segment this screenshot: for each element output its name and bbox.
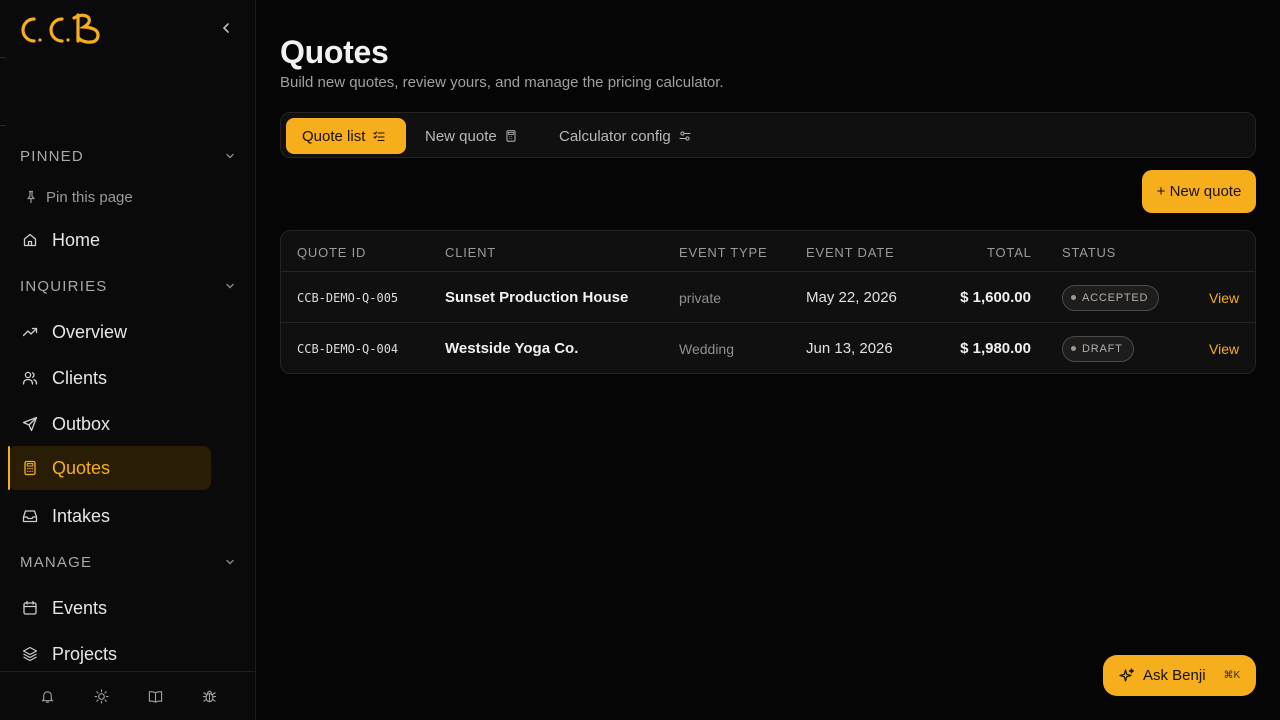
column-header-client[interactable]: CLIENT — [445, 245, 496, 260]
pin-label: Pin this page — [46, 188, 133, 206]
sidebar-item-home[interactable]: Home — [8, 218, 211, 262]
inbox-icon — [22, 510, 38, 523]
pin-this-page[interactable]: Pin this page — [24, 186, 133, 208]
view-link[interactable]: View — [1209, 323, 1239, 373]
sun-icon[interactable] — [93, 688, 109, 704]
status-label: DRAFT — [1082, 342, 1123, 355]
sidebar-item-label: Quotes — [52, 457, 111, 478]
event-type: Wedding — [679, 340, 735, 357]
home-icon — [23, 233, 37, 247]
table-row[interactable]: CCB-DEMO-Q-005 Sunset Production House p… — [281, 272, 1255, 323]
page-subtitle: Build new quotes, review yours, and mana… — [280, 74, 724, 91]
sidebar-item-intakes[interactable]: Intakes — [8, 494, 211, 538]
sidebar-item-label: Overview — [52, 321, 128, 342]
book-icon[interactable] — [147, 688, 163, 704]
quote-total: $ 1,600.00 — [960, 289, 1031, 306]
quote-id: CCB-DEMO-Q-005 — [297, 290, 399, 305]
sidebar-item-overview[interactable]: Overview — [8, 310, 211, 354]
tab-quote-list[interactable]: Quote list — [286, 118, 406, 154]
section-label: PINNED — [20, 147, 84, 165]
calendar-icon — [23, 600, 37, 615]
quote-id: CCB-DEMO-Q-004 — [297, 341, 399, 356]
tab-new-quote[interactable]: New quote — [425, 118, 517, 154]
status-dot — [1071, 346, 1076, 351]
status-badge: DRAFT — [1062, 335, 1134, 362]
sliders-icon — [679, 131, 691, 141]
list-check-icon — [373, 131, 385, 142]
section-label: INQUIRIES — [20, 277, 108, 295]
collapse-sidebar-button[interactable] — [216, 18, 236, 38]
section-label: MANAGE — [20, 553, 93, 571]
sidebar-item-quotes[interactable]: Quotes — [8, 446, 211, 490]
view-link[interactable]: View — [1209, 272, 1239, 323]
chevron-down-icon — [226, 559, 234, 565]
keyboard-shortcut: ⌘K — [1223, 670, 1241, 681]
chevron-down-icon — [226, 283, 234, 289]
column-header-event-date[interactable]: EVENT DATE — [806, 245, 894, 260]
ccb-logo[interactable] — [14, 10, 104, 48]
sidebar-item-label: Outbox — [52, 413, 111, 434]
sidebar-item-label: Home — [52, 229, 101, 250]
pin-icon — [27, 190, 35, 203]
table-header: QUOTE ID CLIENT EVENT TYPE EVENT DATE TO… — [281, 231, 1255, 272]
main-content: Quotes Build new quotes, review yours, a… — [280, 0, 1256, 720]
tab-calculator-config[interactable]: Calculator config — [559, 118, 691, 154]
divider — [0, 57, 6, 58]
status-cell: DRAFT — [1062, 323, 1134, 373]
users-icon — [22, 371, 38, 385]
status-label: ACCEPTED — [1082, 291, 1149, 304]
sidebar-item-clients[interactable]: Clients — [8, 356, 211, 400]
calculator-icon — [506, 130, 516, 142]
tab-label: Quote list — [302, 127, 366, 145]
tab-label: New quote — [425, 127, 497, 145]
tab-label: Calculator config — [559, 127, 671, 145]
status-cell: ACCEPTED — [1062, 272, 1160, 323]
sidebar-item-projects[interactable]: Projects — [8, 632, 211, 676]
sidebar-item-label: Intakes — [52, 505, 111, 526]
sidebar-item-label: Clients — [52, 367, 108, 388]
sidebar-item-events[interactable]: Events — [8, 586, 211, 630]
layers-icon — [22, 646, 38, 662]
status-badge: ACCEPTED — [1062, 284, 1160, 311]
status-dot — [1071, 295, 1076, 300]
event-date: Jun 13, 2026 — [806, 340, 893, 357]
sidebar: PINNED Pin this page Home INQUIRIES Over… — [0, 0, 256, 720]
client-name: Westside Yoga Co. — [445, 340, 579, 357]
sidebar-item-label: Events — [52, 597, 108, 618]
trending-up-icon — [22, 327, 38, 337]
new-quote-button[interactable]: + New quote — [1142, 170, 1256, 213]
sparkles-icon — [1119, 667, 1135, 682]
bell-icon[interactable] — [39, 688, 55, 704]
sidebar-footer — [0, 671, 256, 720]
column-header-status[interactable]: STATUS — [1062, 245, 1116, 260]
divider — [0, 125, 6, 126]
section-inquiries[interactable]: INQUIRIES — [20, 276, 236, 296]
table-row[interactable]: CCB-DEMO-Q-004 Westside Yoga Co. Wedding… — [281, 323, 1255, 373]
bug-icon[interactable] — [201, 688, 217, 704]
quote-total: $ 1,980.00 — [960, 340, 1031, 357]
chevron-down-icon — [226, 153, 234, 159]
ask-benji-label: Ask Benji — [1143, 667, 1206, 684]
column-header-event-type[interactable]: EVENT TYPE — [679, 245, 767, 260]
page-title: Quotes — [280, 34, 389, 70]
calculator-icon — [24, 460, 36, 476]
event-date: May 22, 2026 — [806, 289, 897, 306]
column-header-quote-id[interactable]: QUOTE ID — [297, 245, 366, 260]
sidebar-item-label: Projects — [52, 643, 118, 664]
chevron-left-icon — [222, 23, 229, 33]
event-type: private — [679, 289, 722, 306]
tab-bar: Quote list New quote Calculator config — [280, 112, 1256, 158]
ask-benji-button[interactable]: Ask Benji ⌘K — [1103, 655, 1256, 696]
column-header-total[interactable]: TOTAL — [987, 245, 1032, 260]
section-manage[interactable]: MANAGE — [20, 552, 236, 572]
section-pinned[interactable]: PINNED — [20, 146, 236, 166]
sidebar-item-outbox[interactable]: Outbox — [8, 402, 211, 446]
quotes-table: QUOTE ID CLIENT EVENT TYPE EVENT DATE TO… — [280, 230, 1256, 374]
send-icon — [22, 416, 38, 432]
client-name: Sunset Production House — [445, 289, 629, 306]
